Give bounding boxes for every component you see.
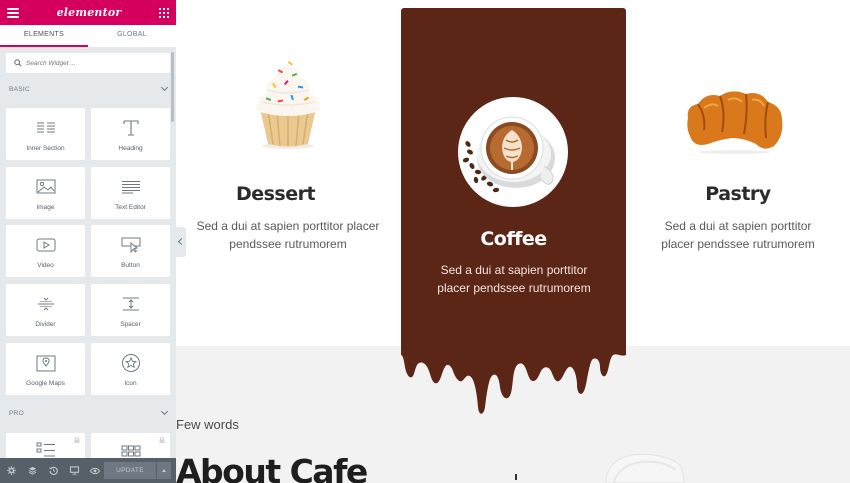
section-subtitle: Few words <box>176 417 239 432</box>
widget-image[interactable]: Image <box>6 167 85 219</box>
category-pro[interactable]: PRO <box>0 406 176 420</box>
heading-icon <box>121 119 141 137</box>
tab-global[interactable]: GLOBAL <box>88 25 176 47</box>
card-title-coffee: Coffee <box>480 228 547 250</box>
card-text-dessert: Sed a dui at sapien porttitor placer pen… <box>196 219 380 251</box>
video-icon <box>36 236 56 254</box>
category-basic[interactable]: BASIC <box>0 82 176 96</box>
divider-icon <box>36 295 56 313</box>
preview-eye-icon[interactable] <box>90 466 100 476</box>
star-icon <box>121 354 141 372</box>
coffee-cup-image <box>458 97 568 207</box>
widget-label: Icon <box>124 380 137 387</box>
widget-icon[interactable]: Icon <box>91 343 170 395</box>
search-input[interactable] <box>26 59 166 67</box>
card-text-pastry: Sed a dui at sapien porttitor placer pen… <box>661 219 815 251</box>
update-button[interactable]: UPDATE <box>104 462 156 479</box>
widget-label: Divider <box>35 321 56 328</box>
lock-icon <box>159 437 165 443</box>
search-box <box>6 53 170 73</box>
widget-label: Heading <box>118 145 143 152</box>
widget-label: Spacer <box>120 321 141 328</box>
button-icon <box>121 236 141 254</box>
panel-header: elementor <box>0 0 176 25</box>
spacer-icon <box>121 295 141 313</box>
portfolio-icon <box>121 445 141 457</box>
card-text-coffee: Sed a dui at sapien porttitor placer pen… <box>437 263 591 295</box>
scrollbar-thumb[interactable] <box>171 52 174 122</box>
widget-spacer[interactable]: Spacer <box>91 284 170 336</box>
section-heading: About Cafe <box>176 452 368 483</box>
widget-inner-section[interactable]: Inner Section <box>6 108 85 160</box>
cup-image <box>605 453 685 483</box>
responsive-icon[interactable] <box>69 466 79 476</box>
page-canvas: Dessert Sed a dui at sapien porttitor pl… <box>176 0 850 483</box>
widget-video[interactable]: Video <box>6 225 85 277</box>
history-icon[interactable] <box>48 466 58 476</box>
decorative-mark <box>515 474 517 480</box>
widget-button[interactable]: Button <box>91 225 170 277</box>
widget-heading[interactable]: Heading <box>91 108 170 160</box>
widget-label: Image <box>36 204 55 211</box>
croissant-image <box>687 91 783 154</box>
widget-divider[interactable]: Divider <box>6 284 85 336</box>
widget-text-editor[interactable]: Text Editor <box>91 167 170 219</box>
settings-icon[interactable] <box>6 466 16 476</box>
search-icon <box>14 59 22 67</box>
widget-label: Text Editor <box>115 204 146 211</box>
chevron-down-icon <box>160 407 169 416</box>
columns-icon <box>36 119 56 137</box>
category-pro-label: PRO <box>9 409 24 417</box>
category-basic-label: BASIC <box>9 85 31 93</box>
widget-label: Button <box>121 262 140 269</box>
widget-label: Video <box>37 262 54 269</box>
tab-elements[interactable]: ELEMENTS <box>0 25 88 47</box>
map-icon <box>36 354 56 372</box>
layers-icon[interactable] <box>27 466 37 476</box>
lock-icon <box>74 437 80 443</box>
posts-icon <box>36 442 55 457</box>
card-title-pastry: Pastry <box>705 183 771 205</box>
chocolate-drip-shape <box>401 345 626 414</box>
editor-panel: elementor ELEMENTS GLOBAL BASIC Inner Se… <box>0 0 176 483</box>
panel-tabs: ELEMENTS GLOBAL <box>0 25 176 47</box>
update-options-button[interactable] <box>157 462 171 479</box>
chevron-down-icon <box>160 83 169 92</box>
menu-icon[interactable] <box>7 7 19 18</box>
widget-google-maps[interactable]: Google Maps <box>6 343 85 395</box>
image-icon <box>36 178 56 196</box>
widget-label: Google Maps <box>26 380 65 387</box>
elementor-logo: elementor <box>56 6 122 19</box>
cupcake-image <box>256 60 320 149</box>
card-title-dessert: Dessert <box>235 183 316 205</box>
widgets-grid-icon[interactable] <box>158 7 169 18</box>
widget-label: Inner Section <box>26 145 65 152</box>
text-editor-icon <box>121 178 141 196</box>
panel-footer: UPDATE <box>0 458 176 483</box>
panel-scrollbar[interactable] <box>171 47 175 458</box>
